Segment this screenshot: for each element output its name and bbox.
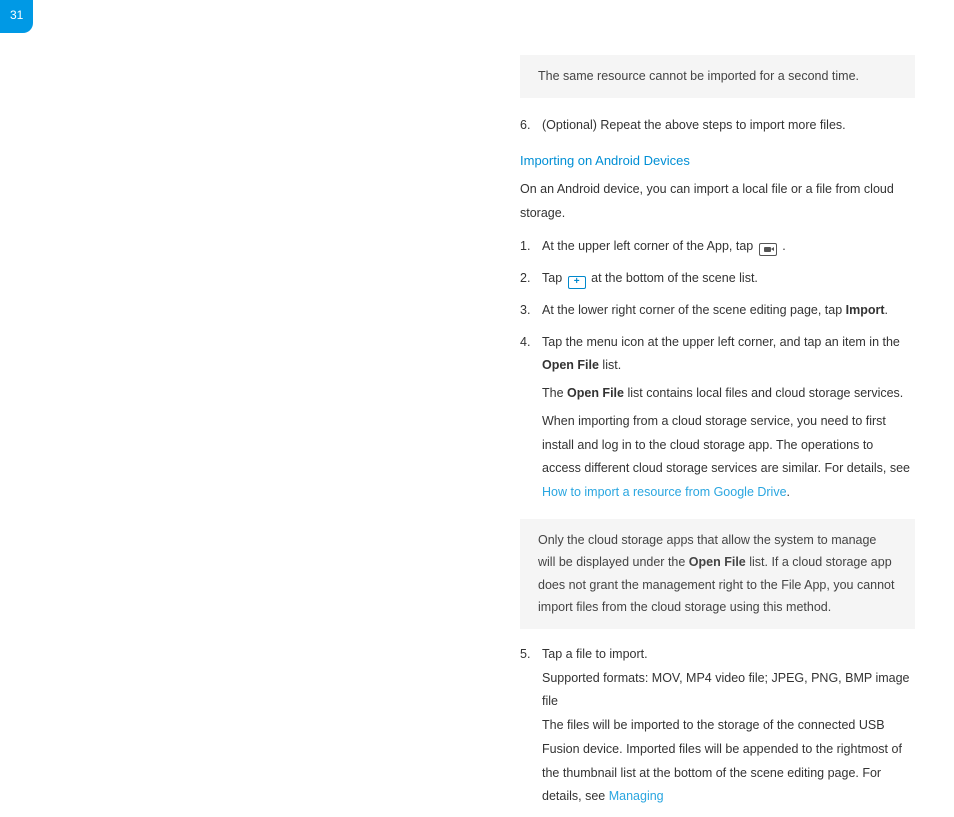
- step-6-number: 6.: [520, 114, 542, 138]
- step-4-openfile-1: Open File: [542, 358, 599, 372]
- step-5-line1: Tap a file to import.: [542, 643, 915, 667]
- main-content: The same resource cannot be imported for…: [520, 55, 915, 817]
- step-2-number: 2.: [520, 267, 542, 291]
- step-3-post: .: [885, 303, 888, 317]
- step-3-number: 3.: [520, 299, 542, 323]
- section-heading-android: Importing on Android Devices: [520, 149, 915, 174]
- note-box-cloud-storage: Only the cloud storage apps that allow t…: [520, 519, 915, 629]
- camera-icon: [759, 243, 777, 256]
- step-4-pre: Tap the menu icon at the upper left corn…: [542, 335, 900, 349]
- step-4-openfile-2: Open File: [567, 386, 624, 400]
- step-3-import-label: Import: [846, 303, 885, 317]
- link-google-drive-howto[interactable]: How to import a resource from Google Dri…: [542, 485, 787, 499]
- step-1-post: .: [782, 239, 785, 253]
- note-box-duplicate: The same resource cannot be imported for…: [520, 55, 915, 98]
- section-intro: On an Android device, you can import a l…: [520, 178, 915, 226]
- step-3: 3. At the lower right corner of the scen…: [520, 299, 915, 323]
- step-4-line3: When importing from a cloud storage serv…: [542, 414, 910, 476]
- step-4-mid1: list.: [599, 358, 621, 372]
- step-4: 4. Tap the menu icon at the upper left c…: [520, 331, 915, 505]
- step-2-post: at the bottom of the scene list.: [591, 271, 758, 285]
- step-6-text: (Optional) Repeat the above steps to imp…: [542, 114, 915, 138]
- step-2-pre: Tap: [542, 271, 566, 285]
- step-3-pre: At the lower right corner of the scene e…: [542, 303, 846, 317]
- step-5: 5. Tap a file to import. Supported forma…: [520, 643, 915, 809]
- step-1-pre: At the upper left corner of the App, tap: [542, 239, 757, 253]
- step-4-line2a: The: [542, 386, 567, 400]
- step-1-number: 1.: [520, 235, 542, 259]
- step-5-number: 5.: [520, 643, 542, 809]
- link-managing[interactable]: Managing: [609, 789, 664, 803]
- step-4-post: .: [787, 485, 790, 499]
- step-6: 6. (Optional) Repeat the above steps to …: [520, 114, 915, 138]
- note-text-1: The same resource cannot be imported for…: [538, 69, 859, 83]
- plus-icon: +: [568, 276, 586, 289]
- step-1: 1. At the upper left corner of the App, …: [520, 235, 915, 259]
- step-4-line2b: list contains local files and cloud stor…: [624, 386, 903, 400]
- step-4-number: 4.: [520, 331, 542, 505]
- page-number: 31: [0, 0, 33, 33]
- step-5-line3: The files will be imported to the storag…: [542, 718, 902, 803]
- step-5-line2: Supported formats: MOV, MP4 video file; …: [542, 667, 915, 715]
- note2-openfile: Open File: [689, 555, 746, 569]
- step-2: 2. Tap + at the bottom of the scene list…: [520, 267, 915, 291]
